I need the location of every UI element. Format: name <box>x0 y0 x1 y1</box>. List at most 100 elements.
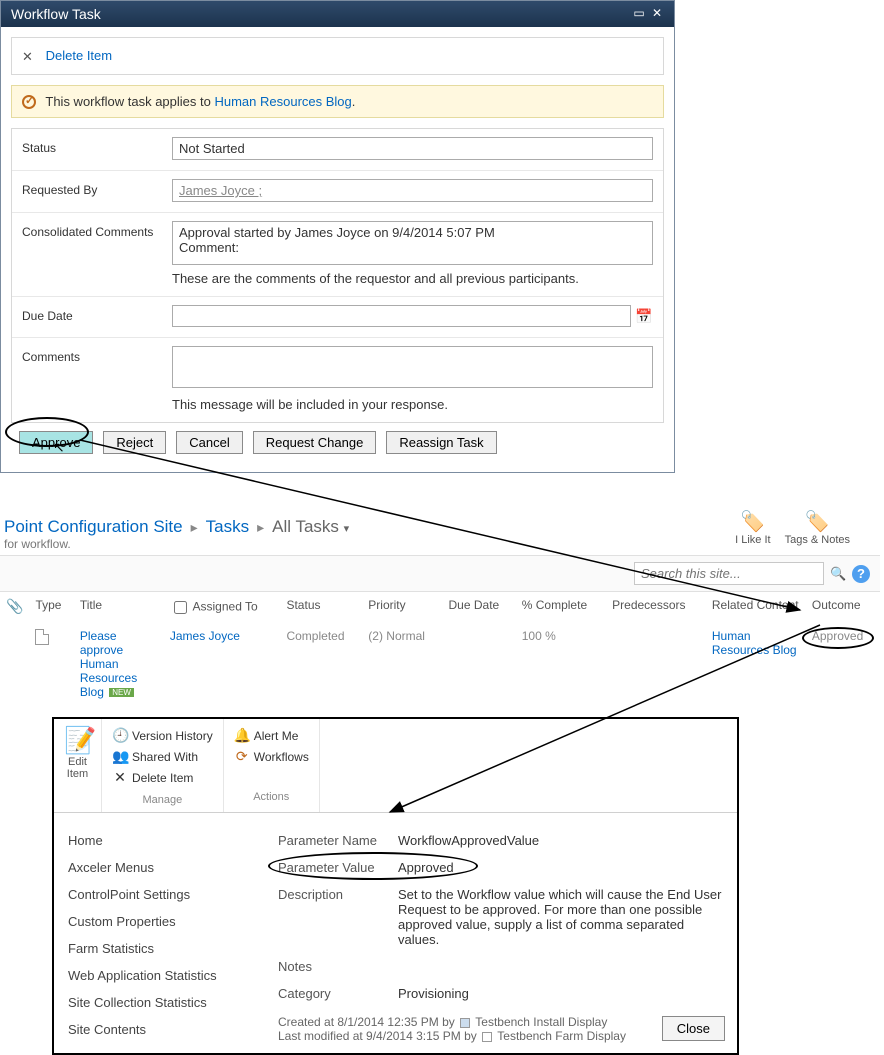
col-type[interactable]: Type <box>29 592 73 623</box>
status-cell: Completed <box>286 629 344 643</box>
dialog-titlebar: Workflow Task ▭ ✕ <box>1 1 674 27</box>
delete-item-link[interactable]: Delete Item <box>46 48 112 63</box>
nav-home[interactable]: Home <box>68 827 258 854</box>
status-label: Status <box>22 137 172 160</box>
footer-meta: Created at 8/1/2014 12:35 PM by Testbenc… <box>278 1015 723 1043</box>
consolidated-comments-value: Approval started by James Joyce on 9/4/2… <box>172 221 653 265</box>
col-status[interactable]: Status <box>280 592 362 623</box>
assigned-to-checkbox[interactable] <box>174 601 187 614</box>
close-icon[interactable]: ✕ <box>650 7 664 21</box>
reassign-task-button[interactable]: Reassign Task <box>386 431 496 454</box>
workflows-icon: ⟳ <box>234 748 250 765</box>
crumb-list[interactable]: Tasks <box>206 517 249 537</box>
comments-input[interactable] <box>172 346 653 388</box>
nav-web-application-statistics[interactable]: Web Application Statistics <box>68 962 258 989</box>
ribbon-group-manage: Manage <box>112 794 213 806</box>
cursor-icon: ↖ <box>53 439 65 456</box>
task-table: 📎 Type Title Assigned To Status Priority… <box>0 592 880 705</box>
help-icon[interactable]: ? <box>852 565 870 583</box>
ribbon-group-actions: Actions <box>234 791 309 803</box>
nav-axceler-menus[interactable]: Axceler Menus <box>68 854 258 881</box>
outcome-cell: Approved <box>812 629 863 643</box>
reject-button[interactable]: Reject <box>103 431 166 454</box>
due-date-label: Due Date <box>22 305 172 327</box>
search-input[interactable] <box>634 562 824 585</box>
nav-custom-properties[interactable]: Custom Properties <box>68 908 258 935</box>
user-icon <box>460 1018 470 1028</box>
workflows-button[interactable]: ⟳Workflows <box>234 746 309 767</box>
workflow-task-dialog: Workflow Task ▭ ✕ Delete Item This workf… <box>0 0 675 473</box>
category-value: Provisioning <box>398 986 723 1001</box>
tasks-section: 🏷️ I Like It 🏷️ Tags & Notes Point Confi… <box>0 513 880 705</box>
col-due-date[interactable]: Due Date <box>443 592 516 623</box>
chevron-right-icon: ▸ <box>191 519 198 536</box>
calendar-icon[interactable]: 📅 <box>635 307 653 325</box>
like-icon: 🏷️ <box>735 509 770 534</box>
nav-controlpoint-settings[interactable]: ControlPoint Settings <box>68 881 258 908</box>
notes-value <box>398 959 723 974</box>
version-history-button[interactable]: 🕘Version History <box>112 725 213 746</box>
chevron-right-icon: ▸ <box>257 519 264 536</box>
category-label: Category <box>278 986 398 1001</box>
alert-me-button[interactable]: 🔔Alert Me <box>234 725 309 746</box>
request-change-button[interactable]: Request Change <box>253 431 377 454</box>
requested-by-value[interactable]: James Joyce ; <box>172 179 653 202</box>
modified-by-user: Testbench Farm Display <box>497 1029 626 1043</box>
notice-prefix: This workflow task applies to <box>45 94 214 109</box>
assigned-to-link[interactable]: James Joyce <box>170 629 240 643</box>
related-content-link[interactable]: Human Resources Blog <box>712 629 797 657</box>
ribbon: 📝 Edit Item 🕘Version History 👥Shared Wit… <box>54 719 737 813</box>
search-icon[interactable]: 🔍 <box>830 566 846 582</box>
due-date-input[interactable] <box>172 305 631 327</box>
col-predecessors[interactable]: Predecessors <box>606 592 706 623</box>
col-title[interactable]: Title <box>74 592 164 623</box>
cancel-button[interactable]: Cancel <box>176 431 242 454</box>
chevron-down-icon: ▾ <box>344 523 350 535</box>
comments-label: Comments <box>22 346 172 412</box>
nav-site-collection-statistics[interactable]: Site Collection Statistics <box>68 989 258 1016</box>
comments-help: This message will be included in your re… <box>172 397 653 412</box>
notice-link[interactable]: Human Resources Blog <box>214 94 351 109</box>
param-name-value: WorkflowApprovedValue <box>398 833 723 848</box>
table-header-row: 📎 Type Title Assigned To Status Priority… <box>0 592 880 623</box>
col-priority[interactable]: Priority <box>362 592 442 623</box>
consolidated-comments-help: These are the comments of the requestor … <box>172 271 653 286</box>
maximize-icon[interactable]: ▭ <box>632 7 646 21</box>
notice-check-icon <box>22 95 36 109</box>
properties-column: Parameter Name WorkflowApprovedValue Par… <box>278 827 723 1043</box>
delete-icon[interactable] <box>22 50 36 64</box>
i-like-it[interactable]: 🏷️ I Like It <box>735 509 770 546</box>
form-panel: Status Not Started Requested By James Jo… <box>11 128 664 423</box>
nav-site-contents[interactable]: Site Contents <box>68 1016 258 1043</box>
detail-panel: 📝 Edit Item 🕘Version History 👥Shared Wit… <box>52 717 739 1055</box>
shared-with-button[interactable]: 👥Shared With <box>112 746 213 767</box>
table-row[interactable]: Please approve Human Resources Blog NEW … <box>0 623 880 705</box>
col-assigned-to[interactable]: Assigned To <box>164 592 281 623</box>
attachment-icon: 📎 <box>6 598 23 614</box>
tags-icon: 🏷️ <box>785 509 850 534</box>
consolidated-comments-label: Consolidated Comments <box>22 221 172 286</box>
edit-icon: 📝 <box>64 725 91 756</box>
delete-item-button[interactable]: ✕Delete Item <box>112 767 213 788</box>
status-value: Not Started <box>172 137 653 160</box>
col-outcome[interactable]: Outcome <box>806 592 880 623</box>
delete-icon: ✕ <box>112 769 128 786</box>
new-badge: NEW <box>109 688 134 697</box>
col-related-content[interactable]: Related Content <box>706 592 806 623</box>
param-value-value: Approved <box>398 860 723 875</box>
crumb-site[interactable]: Point Configuration Site <box>4 517 183 537</box>
workflow-notice: This workflow task applies to Human Reso… <box>11 85 664 119</box>
version-history-icon: 🕘 <box>112 727 128 744</box>
edit-item-button[interactable]: 📝 Edit Item <box>64 725 91 780</box>
crumb-view[interactable]: All Tasks ▾ <box>272 517 349 537</box>
delete-item-bar: Delete Item <box>11 37 664 75</box>
notice-suffix: . <box>352 94 356 109</box>
tags-notes[interactable]: 🏷️ Tags & Notes <box>785 509 850 546</box>
nav-farm-statistics[interactable]: Farm Statistics <box>68 935 258 962</box>
notes-label: Notes <box>278 959 398 974</box>
search-bar: 🔍 ? <box>0 555 880 592</box>
col-pct-complete[interactable]: % Complete <box>516 592 606 623</box>
param-value-label: Parameter Value <box>278 860 398 875</box>
left-nav: Home Axceler Menus ControlPoint Settings… <box>68 827 258 1043</box>
document-icon <box>35 629 49 645</box>
